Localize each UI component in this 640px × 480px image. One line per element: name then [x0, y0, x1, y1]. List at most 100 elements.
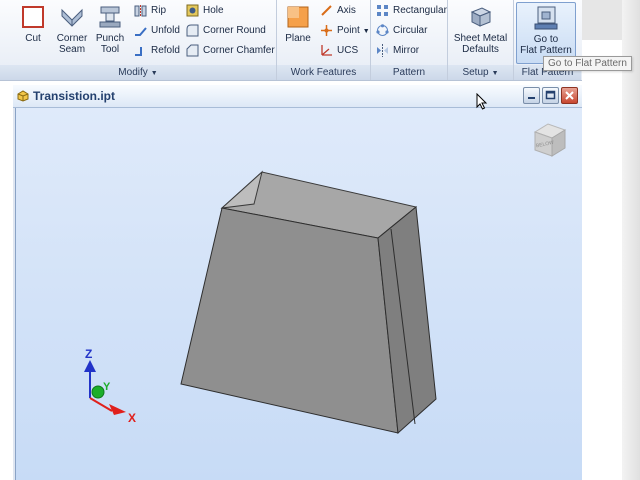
- axis-label: Axis: [337, 5, 356, 16]
- minimize-icon: [528, 97, 535, 99]
- chevron-down-icon: ▼: [150, 70, 158, 77]
- go-to-flat-pattern-label-1: Go to: [533, 34, 559, 45]
- corner-chamfer-label: Corner Chamfer: [203, 45, 275, 56]
- close-icon: [565, 91, 574, 100]
- axis-icon: [321, 5, 332, 16]
- plane-label: Plane: [285, 33, 311, 44]
- x-axis-line: [89, 397, 113, 412]
- rip-button[interactable]: Rip: [134, 2, 166, 20]
- point-label: Point: [337, 25, 360, 36]
- punch-tool-button[interactable]: Punch Tool: [92, 2, 128, 62]
- corner-chamfer-button[interactable]: Corner Chamfer: [186, 42, 275, 60]
- hole-icon: [186, 4, 199, 17]
- plane-icon: [287, 6, 309, 28]
- ucs-icon: [321, 44, 332, 56]
- graphics-viewport[interactable]: BELOW Z Y X: [15, 108, 582, 480]
- sheet-metal-defaults-label-2: Defaults: [462, 44, 499, 55]
- sheet-metal-defaults-label-1: Sheet Metal: [453, 33, 508, 44]
- work-features-panel-label: Work Features: [277, 65, 370, 80]
- flat-pattern-icon: [534, 6, 558, 30]
- punch-tool-label-1: Punch: [95, 33, 125, 44]
- circular-label: Circular: [393, 25, 428, 36]
- point-icon: [321, 24, 332, 36]
- hole-button[interactable]: Hole: [186, 2, 224, 20]
- rectangular-label: Rectangular: [393, 5, 447, 16]
- corner-seam-button[interactable]: Corner Seam: [52, 2, 92, 62]
- y-axis-label: Y: [103, 381, 111, 393]
- corner-round-label: Corner Round: [203, 25, 266, 36]
- modify-panel-title: Modify: [118, 67, 148, 78]
- setup-panel: Sheet Metal Defaults Setup ▼: [448, 0, 514, 80]
- viewcube[interactable]: BELOW: [533, 123, 567, 157]
- maximize-button[interactable]: [542, 87, 559, 104]
- z-axis-arrow-icon: [84, 360, 96, 372]
- modify-panel: Cut Corner Seam Punch Tool Rip Unfold Re…: [0, 0, 277, 80]
- document-title: Transistion.ipt: [33, 89, 116, 103]
- corner-round-icon: [186, 24, 199, 37]
- mirror-button[interactable]: Mirror: [376, 42, 419, 60]
- minimize-button[interactable]: [523, 87, 540, 104]
- document-titlebar[interactable]: Transistion.ipt: [13, 85, 582, 108]
- circular-pattern-button[interactable]: Circular: [376, 22, 427, 40]
- point-dropdown-icon[interactable]: ▼: [363, 28, 370, 35]
- circular-pattern-icon: [376, 24, 389, 36]
- rip-label: Rip: [151, 5, 167, 16]
- sheet-metal-defaults-icon: [470, 7, 491, 27]
- refold-button[interactable]: Refold: [134, 42, 180, 60]
- punch-tool-label-2: Tool: [100, 44, 120, 55]
- background-scroll-edge: [622, 0, 640, 480]
- transition-part[interactable]: [180, 170, 437, 435]
- work-features-panel: Plane Axis Point ▼ UCS Work Features: [277, 0, 371, 80]
- punch-tool-icon: [99, 6, 121, 28]
- refold-icon: [135, 46, 142, 56]
- pattern-panel-label: Pattern: [371, 65, 447, 80]
- plane-button[interactable]: Plane: [281, 2, 315, 62]
- go-to-flat-pattern-button[interactable]: Go to Flat Pattern: [516, 2, 576, 64]
- unfold-label: Unfold: [151, 25, 180, 36]
- cut-label: Cut: [25, 33, 41, 44]
- point-button[interactable]: Point ▼: [320, 22, 370, 40]
- setup-panel-title: Setup: [462, 67, 489, 78]
- refold-label: Refold: [151, 45, 180, 56]
- chevron-down-icon: ▼: [491, 70, 499, 77]
- unfold-button[interactable]: Unfold: [134, 22, 180, 40]
- mouse-pointer-icon: [476, 93, 488, 110]
- setup-panel-label[interactable]: Setup ▼: [448, 65, 513, 80]
- pattern-panel-title: Pattern: [392, 67, 426, 78]
- x-axis-label: X: [128, 411, 136, 425]
- part-front-face: [180, 207, 399, 434]
- rectangular-pattern-icon: [377, 4, 388, 16]
- go-to-flat-pattern-label-2: Flat Pattern: [520, 45, 572, 56]
- close-button[interactable]: [561, 87, 578, 104]
- axis-triad: Z Y X: [84, 347, 136, 425]
- background-application-area: [582, 0, 640, 480]
- rip-icon: [134, 4, 147, 17]
- maximize-icon: [545, 90, 556, 100]
- part-file-icon: [17, 90, 29, 102]
- hole-label: Hole: [203, 5, 224, 16]
- mirror-label: Mirror: [393, 45, 420, 56]
- corner-seam-label-1: Corner: [56, 33, 88, 44]
- ucs-label: UCS: [337, 45, 359, 56]
- corner-chamfer-icon: [186, 44, 199, 57]
- pattern-panel: Rectangular Circular Mirror Pattern: [371, 0, 448, 80]
- axis-button[interactable]: Axis: [320, 2, 356, 20]
- corner-seam-label-2: Seam: [58, 44, 86, 55]
- document-window: Transistion.ipt BELOW Z Y X: [13, 85, 582, 480]
- x-axis-arrow-icon: [109, 404, 126, 415]
- rectangular-pattern-button[interactable]: Rectangular: [376, 2, 447, 20]
- cut-icon: [22, 6, 44, 28]
- sheet-metal-defaults-button[interactable]: Sheet Metal Defaults: [450, 2, 511, 62]
- unfold-icon: [135, 27, 147, 36]
- model-canvas: BELOW Z Y X: [84, 123, 567, 435]
- z-axis-label: Z: [85, 347, 92, 361]
- tooltip: Go to Flat Pattern: [543, 56, 632, 71]
- ribbon: Cut Corner Seam Punch Tool Rip Unfold Re…: [0, 0, 582, 81]
- corner-round-button[interactable]: Corner Round: [186, 22, 266, 40]
- ucs-button[interactable]: UCS: [320, 42, 358, 60]
- work-features-panel-title: Work Features: [290, 67, 357, 78]
- mirror-icon: [377, 43, 388, 57]
- corner-seam-icon: [61, 8, 83, 27]
- modify-panel-label[interactable]: Modify ▼: [0, 65, 276, 80]
- cut-button[interactable]: Cut: [14, 2, 52, 62]
